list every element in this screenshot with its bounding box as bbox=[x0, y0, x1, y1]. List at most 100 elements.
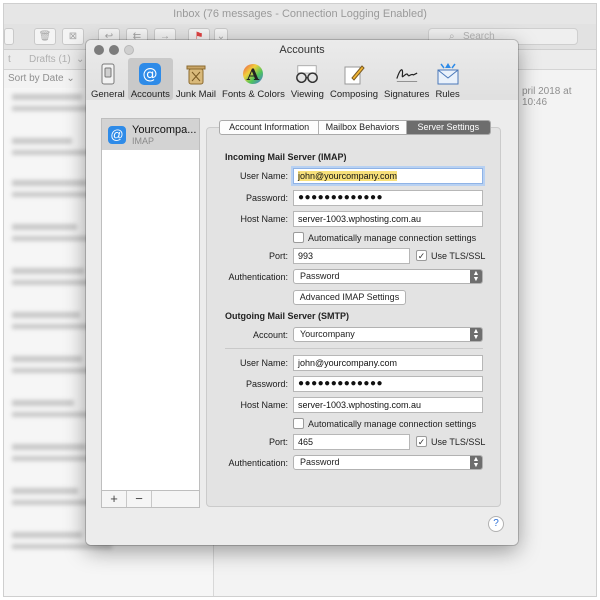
incoming-user-name-field[interactable]: john@yourcompany.com bbox=[293, 168, 483, 184]
incoming-port-field[interactable]: 993 bbox=[293, 248, 410, 264]
tab-server-settings[interactable]: Server Settings bbox=[406, 121, 490, 134]
help-button[interactable]: ? bbox=[488, 516, 504, 532]
outgoing-auto-manage-checkbox[interactable]: Automatically manage connection settings bbox=[293, 418, 476, 429]
incoming-auth-label: Authentication: bbox=[228, 272, 288, 282]
pencil-icon bbox=[342, 62, 366, 86]
favorites-item-drafts[interactable]: Drafts (1) bbox=[29, 54, 71, 65]
outgoing-auth-value: Password bbox=[300, 457, 340, 467]
at-icon: @ bbox=[138, 62, 162, 86]
checkbox-empty bbox=[293, 418, 304, 429]
message-date: pril 2018 at 10:46 bbox=[522, 86, 572, 108]
outgoing-account-value: Yourcompany bbox=[300, 329, 355, 339]
incoming-host-label: Host Name: bbox=[240, 214, 288, 224]
incoming-auth-popup[interactable]: Password ▲ ▼ bbox=[293, 269, 483, 284]
rules-icon bbox=[436, 62, 460, 86]
outgoing-password-label: Password: bbox=[245, 379, 288, 389]
chevron-down-icon: ⌄ bbox=[66, 73, 75, 84]
checkmark-icon: ✓ bbox=[416, 250, 427, 261]
preferences-content: @ Yourcompa... IMAP + − Account Informat… bbox=[86, 100, 518, 545]
advanced-imap-settings-button[interactable]: Advanced IMAP Settings bbox=[293, 290, 406, 305]
outgoing-account-label: Account: bbox=[252, 330, 288, 340]
add-account-button[interactable]: + bbox=[102, 491, 127, 507]
checkbox-empty bbox=[293, 232, 304, 243]
incoming-user-name-value: john@yourcompany.com bbox=[298, 171, 398, 181]
outgoing-host-field[interactable]: server-1003.wphosting.com.au bbox=[293, 397, 483, 413]
chevron-down-icon: ⌄ bbox=[76, 54, 85, 65]
outgoing-auth-popup[interactable]: Password ▲ ▼ bbox=[293, 455, 483, 470]
tab-label: General bbox=[91, 89, 125, 100]
tab-junk-mail[interactable]: Junk Mail bbox=[173, 58, 219, 100]
incoming-auto-manage-label: Automatically manage connection settings bbox=[308, 232, 477, 243]
tab-rules[interactable]: Rules bbox=[432, 58, 462, 100]
incoming-tls-label: Use TLS/SSL bbox=[431, 250, 486, 261]
account-list-footer: + − bbox=[101, 491, 200, 508]
divider bbox=[225, 348, 483, 349]
outgoing-password-field[interactable]: ●●●●●●●●●●●●● bbox=[293, 376, 483, 392]
outgoing-account-popup[interactable]: Yourcompany ▲ ▼ bbox=[293, 327, 483, 342]
junk-button[interactable]: ⊠ bbox=[62, 28, 84, 45]
incoming-auto-manage-checkbox[interactable]: Automatically manage connection settings bbox=[293, 232, 476, 243]
incoming-host-field[interactable]: server-1003.wphosting.com.au bbox=[293, 211, 483, 227]
updown-arrows-icon: ▲ ▼ bbox=[470, 328, 482, 341]
at-icon: @ bbox=[108, 125, 126, 144]
window-title: Accounts bbox=[279, 44, 325, 56]
account-settings-tabs: Account Information Mailbox Behaviors Se… bbox=[219, 120, 491, 135]
tab-label: Rules bbox=[435, 89, 460, 100]
tab-label: Junk Mail bbox=[175, 89, 217, 100]
tab-account-information[interactable]: Account Information bbox=[220, 121, 320, 134]
incoming-section-title: Incoming Mail Server (IMAP) bbox=[225, 152, 347, 162]
outgoing-host-label: Host Name: bbox=[240, 400, 288, 410]
preferences-toolbar: General @ Accounts Junk Mail A Fonts & C… bbox=[88, 58, 463, 100]
outgoing-auto-manage-label: Automatically manage connection settings bbox=[308, 418, 477, 429]
account-name: Yourcompa... bbox=[132, 123, 197, 136]
tab-viewing[interactable]: Viewing bbox=[288, 58, 327, 100]
updown-arrows-icon: ▲ ▼ bbox=[470, 270, 482, 283]
switch-icon bbox=[96, 62, 120, 86]
tab-label: Signatures bbox=[384, 89, 430, 100]
incoming-auth-value: Password bbox=[300, 271, 340, 281]
outgoing-tls-checkbox[interactable]: ✓ Use TLS/SSL bbox=[416, 436, 485, 447]
incoming-port-label: Port: bbox=[268, 251, 288, 261]
toolbar-edge-button[interactable] bbox=[4, 28, 14, 45]
trash-icon: 🗑 bbox=[38, 31, 52, 42]
outgoing-tls-label: Use TLS/SSL bbox=[431, 436, 486, 447]
incoming-password-field[interactable]: ●●●●●●●●●●●●● bbox=[293, 190, 483, 206]
tab-label: Viewing bbox=[290, 89, 324, 100]
tab-label: Accounts bbox=[130, 89, 170, 100]
account-list: @ Yourcompa... IMAP bbox=[101, 118, 200, 491]
tab-label: Composing bbox=[329, 89, 379, 100]
tab-mailbox-behaviors[interactable]: Mailbox Behaviors bbox=[319, 121, 407, 134]
tab-fonts-colors[interactable]: A Fonts & Colors bbox=[219, 58, 288, 100]
outgoing-port-label: Port: bbox=[268, 437, 288, 447]
outgoing-user-name-field[interactable]: john@yourcompany.com bbox=[293, 355, 483, 371]
outgoing-auth-label: Authentication: bbox=[228, 458, 288, 468]
tab-general[interactable]: General bbox=[88, 58, 128, 100]
favorites-item-partial[interactable]: t bbox=[8, 54, 11, 65]
outgoing-port-field[interactable]: 465 bbox=[293, 434, 410, 450]
incoming-password-label: Password: bbox=[245, 193, 288, 203]
tab-signatures[interactable]: Signatures bbox=[381, 58, 432, 100]
outgoing-user-label: User Name: bbox=[239, 358, 288, 368]
incoming-tls-checkbox[interactable]: ✓ Use TLS/SSL bbox=[416, 250, 485, 261]
svg-text:@: @ bbox=[143, 65, 158, 83]
font-icon: A bbox=[241, 62, 265, 86]
tab-label: Fonts & Colors bbox=[222, 89, 285, 100]
tab-accounts[interactable]: @ Accounts bbox=[127, 58, 173, 100]
checkmark-icon: ✓ bbox=[416, 436, 427, 447]
sort-label: Sort by Date bbox=[8, 73, 64, 84]
outgoing-section-title: Outgoing Mail Server (SMTP) bbox=[225, 311, 350, 321]
tab-composing[interactable]: Composing bbox=[327, 58, 381, 100]
accounts-preferences-window: Accounts General @ Accounts Junk Mail A … bbox=[86, 40, 518, 545]
mail-window-title: Inbox (76 messages - Connection Logging … bbox=[4, 4, 596, 24]
glasses-icon bbox=[295, 62, 319, 86]
svg-text:A: A bbox=[246, 65, 260, 84]
trash-button[interactable]: 🗑 bbox=[34, 28, 56, 45]
trash-icon bbox=[184, 62, 208, 86]
account-type: IMAP bbox=[132, 135, 155, 146]
updown-arrows-icon: ▲ ▼ bbox=[470, 456, 482, 469]
incoming-user-label: User Name: bbox=[239, 171, 288, 181]
account-list-item[interactable]: @ Yourcompa... IMAP bbox=[102, 119, 199, 150]
remove-account-button[interactable]: − bbox=[127, 491, 152, 507]
junk-icon: ⊠ bbox=[68, 31, 78, 42]
signature-icon bbox=[395, 62, 419, 86]
